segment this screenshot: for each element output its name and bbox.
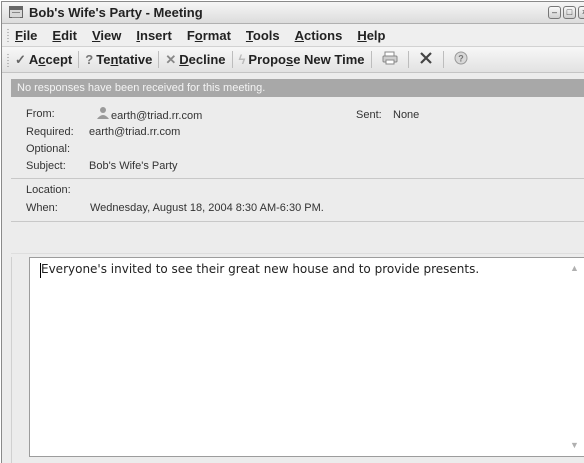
accept-button[interactable]: ✓ Ac cept: [15, 52, 72, 68]
header-divider: [11, 178, 584, 179]
required-value[interactable]: earth@triad.rr.com: [89, 126, 180, 138]
response-infobar: No responses have been received for this…: [11, 79, 584, 97]
person-icon: [97, 107, 109, 119]
menu-format[interactable]: Format: [187, 28, 231, 43]
minimize-button[interactable]: –: [548, 6, 561, 19]
body-top-divider: [11, 253, 584, 254]
menu-file[interactable]: File: [15, 28, 37, 43]
delete-icon[interactable]: [419, 50, 433, 70]
from-label: From:: [26, 108, 55, 120]
window-title: Bob's Wife's Party - Meeting: [29, 5, 203, 20]
tentative-button[interactable]: ? Te n tative: [85, 52, 152, 67]
meeting-window: Bob's Wife's Party - Meeting – □ × File …: [1, 1, 584, 463]
sent-value: None: [393, 109, 420, 121]
propose-new-time-button[interactable]: ϟ Propo s e New Time: [239, 52, 365, 67]
toolbar-separator: [442, 51, 444, 68]
menu-bar: File Edit View Insert Format Tools Actio…: [2, 24, 584, 47]
menu-grip-handle[interactable]: [7, 28, 9, 42]
toolbar-separator: [370, 51, 372, 68]
menu-tools[interactable]: Tools: [246, 28, 280, 43]
title-bar[interactable]: Bob's Wife's Party - Meeting – □ ×: [2, 2, 584, 24]
subject-value: Bob's Wife's Party: [89, 160, 178, 172]
close-button[interactable]: ×: [578, 6, 584, 19]
message-body[interactable]: Everyone's invited to see their great ne…: [29, 257, 584, 457]
optional-label: Optional:: [26, 143, 71, 155]
when-value: Wednesday, August 18, 2004 8:30 AM-6:30 …: [90, 202, 324, 214]
svg-text:?: ?: [458, 54, 464, 64]
toolbar-separator: [231, 51, 233, 68]
left-frame-edge: [11, 257, 12, 463]
subject-label: Subject:: [26, 160, 66, 172]
location-label: Location:: [26, 184, 71, 196]
required-label: Required:: [26, 126, 74, 138]
from-value[interactable]: earth@triad.rr.com: [111, 110, 202, 122]
when-label: When:: [26, 202, 58, 214]
print-icon[interactable]: [382, 51, 398, 68]
question-mark-icon: ?: [85, 52, 94, 67]
toolbar-separator: [78, 51, 80, 68]
menu-insert[interactable]: Insert: [136, 28, 171, 43]
menu-view[interactable]: View: [92, 28, 121, 43]
menu-actions[interactable]: Actions: [295, 28, 343, 43]
menu-edit[interactable]: Edit: [52, 28, 77, 43]
body-divider: [11, 221, 584, 222]
meeting-icon: [9, 6, 23, 18]
x-mark-icon: ✕: [165, 51, 177, 67]
toolbar-separator: [158, 51, 160, 68]
body-text: Everyone's invited to see their great ne…: [41, 262, 480, 276]
window-controls: – □ ×: [548, 6, 584, 19]
propose-time-icon: ϟ: [238, 52, 246, 67]
menu-help[interactable]: Help: [357, 28, 385, 43]
sent-label: Sent:: [356, 109, 382, 121]
toolbar-separator: [407, 51, 409, 68]
checkmark-icon: ✓: [15, 51, 26, 67]
toolbar: ✓ Ac cept ? Te n tative ✕ Decline ϟ Propo s e…: [2, 47, 584, 73]
decline-button[interactable]: ✕ Decline: [165, 52, 225, 68]
scroll-down-arrow-icon[interactable]: ▼: [569, 440, 580, 451]
scroll-up-arrow-icon[interactable]: ▲: [569, 263, 580, 274]
toolbar-grip-handle[interactable]: [7, 52, 9, 67]
help-icon[interactable]: ?: [454, 51, 468, 68]
maximize-button[interactable]: □: [563, 6, 576, 19]
